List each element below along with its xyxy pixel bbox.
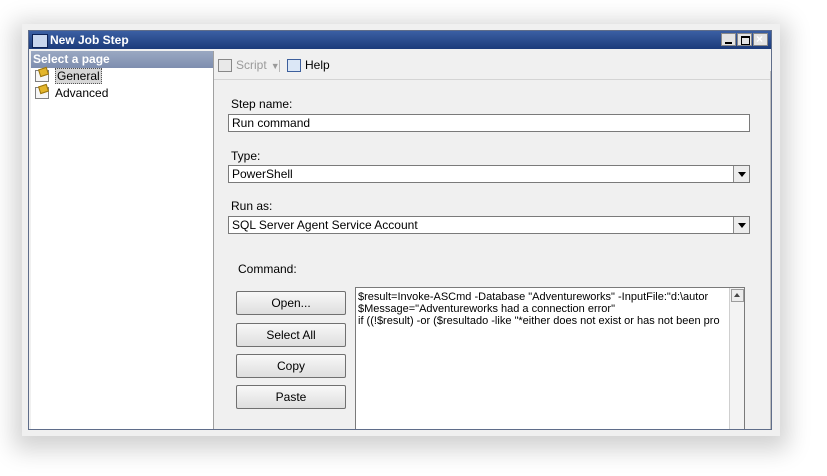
toolbar: Script ▼ Help [214,51,771,80]
script-icon [218,59,232,73]
close-button[interactable]: × [753,33,768,46]
toolbar-separator [279,60,280,72]
pane-edge [770,71,771,429]
type-select[interactable]: PowerShell [228,165,750,183]
page-icon [35,87,49,99]
page-icon [35,70,49,82]
general-page: Script ▼ Help Step name: Run command Type… [214,51,771,429]
help-icon [287,59,301,73]
command-content: $result=Invoke-ASCmd -Database "Adventur… [356,288,744,327]
command-scrollbar[interactable] [729,288,744,429]
paste-button[interactable]: Paste [236,385,346,409]
command-line: $result=Invoke-ASCmd -Database "Adventur… [358,291,709,303]
scroll-up-icon[interactable] [731,289,744,302]
script-label: Script [236,58,267,72]
minimize-button[interactable] [721,33,736,46]
chevron-down-icon[interactable] [733,166,749,182]
script-button[interactable]: Script ▼ [218,58,280,74]
page-item-label: Advanced [55,86,109,100]
step-name-label: Step name: [231,97,293,111]
maximize-icon [741,36,750,45]
type-label: Type: [231,149,261,163]
minimize-icon [725,42,732,44]
run-as-label: Run as: [231,199,273,213]
close-icon: × [756,32,764,46]
open-button[interactable]: Open... [236,291,346,315]
copy-button[interactable]: Copy [236,354,346,378]
maximize-button[interactable] [737,33,752,46]
select-all-button[interactable]: Select All [236,323,346,347]
run-as-select[interactable]: SQL Server Agent Service Account [228,216,750,234]
step-name-input[interactable]: Run command [228,114,750,132]
page-selector: Select a page General Advanced [31,51,214,429]
select-page-header: Select a page [31,51,213,68]
command-textarea[interactable]: $result=Invoke-ASCmd -Database "Adventur… [355,287,745,429]
help-button[interactable]: Help [287,58,330,74]
page-item-label: General [55,68,102,84]
type-selected-value: PowerShell [232,167,293,181]
title-bar[interactable]: New Job Step × [29,31,771,49]
new-job-step-dialog: New Job Step × Select a page General Adv… [28,30,772,430]
page-item-general[interactable]: General [31,68,213,85]
command-label: Command: [238,262,297,276]
help-label: Help [305,58,330,72]
job-step-icon [32,34,48,48]
chevron-down-icon[interactable] [733,217,749,233]
run-as-selected-value: SQL Server Agent Service Account [232,218,418,232]
command-line: if ((!$result) -or ($resultado -like "*e… [358,315,720,327]
window-title: New Job Step [50,33,129,47]
window-controls: × [721,33,768,46]
command-line: $Message="Adventureworks had a connectio… [358,303,615,315]
page-item-advanced[interactable]: Advanced [31,85,213,102]
